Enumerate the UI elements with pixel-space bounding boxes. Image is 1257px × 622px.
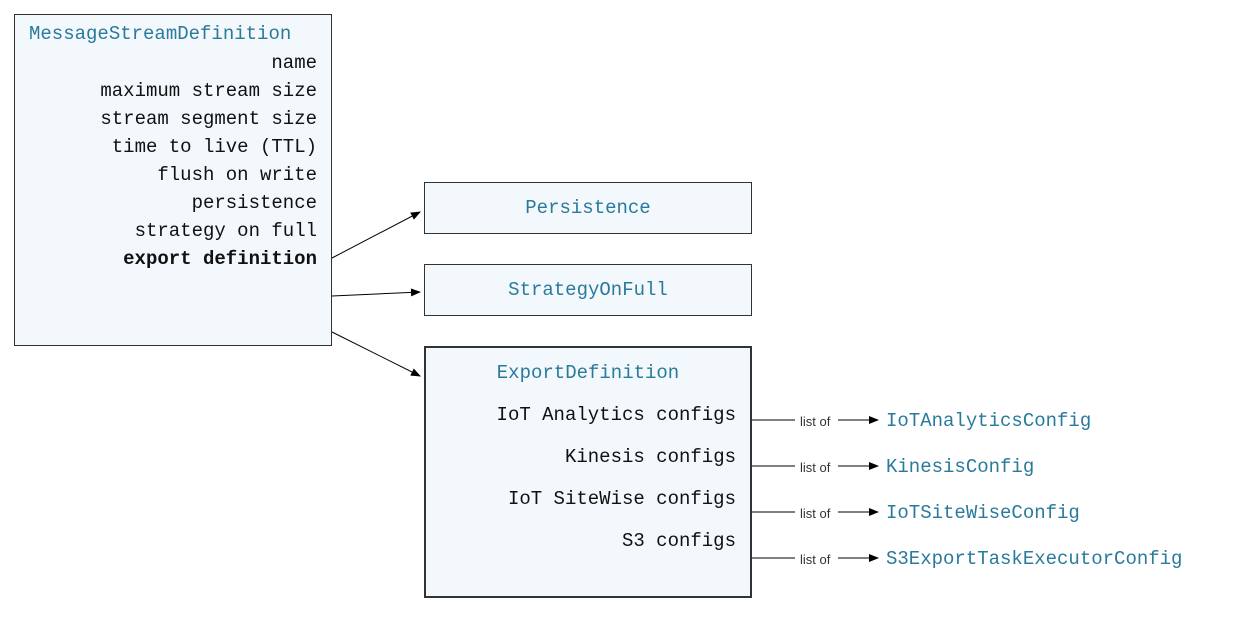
- msd-prop-persistence: persistence: [15, 189, 331, 217]
- msd-prop-name: name: [15, 49, 331, 77]
- persistence-title: Persistence: [425, 183, 751, 233]
- msd-prop-flush: flush on write: [15, 161, 331, 189]
- type-kinesis: KinesisConfig: [886, 456, 1034, 478]
- msd-title: MessageStreamDefinition: [15, 15, 331, 49]
- listof-sitewise: list of: [800, 506, 830, 521]
- exportdef-prop-iotanalytics: IoT Analytics configs: [426, 394, 750, 436]
- exportdef-title: ExportDefinition: [426, 348, 750, 394]
- type-s3: S3ExportTaskExecutorConfig: [886, 548, 1182, 570]
- listof-iotanalytics: list of: [800, 414, 830, 429]
- strategy-box: StrategyOnFull: [424, 264, 752, 316]
- msd-prop-segsize: stream segment size: [15, 105, 331, 133]
- msd-prop-strategy: strategy on full: [15, 217, 331, 245]
- persistence-box: Persistence: [424, 182, 752, 234]
- exportdef-prop-kinesis: Kinesis configs: [426, 436, 750, 478]
- exportdef-prop-sitewise: IoT SiteWise configs: [426, 478, 750, 520]
- type-iotanalytics: IoTAnalyticsConfig: [886, 410, 1091, 432]
- msd-prop-exportdef: export definition: [15, 245, 331, 273]
- exportdef-box: ExportDefinition IoT Analytics configs K…: [424, 346, 752, 598]
- msd-box: MessageStreamDefinition name maximum str…: [14, 14, 332, 346]
- msd-prop-maxsize: maximum stream size: [15, 77, 331, 105]
- listof-kinesis: list of: [800, 460, 830, 475]
- exportdef-prop-s3: S3 configs: [426, 520, 750, 562]
- type-sitewise: IoTSiteWiseConfig: [886, 502, 1080, 524]
- strategy-title: StrategyOnFull: [425, 265, 751, 315]
- msd-prop-ttl: time to live (TTL): [15, 133, 331, 161]
- listof-s3: list of: [800, 552, 830, 567]
